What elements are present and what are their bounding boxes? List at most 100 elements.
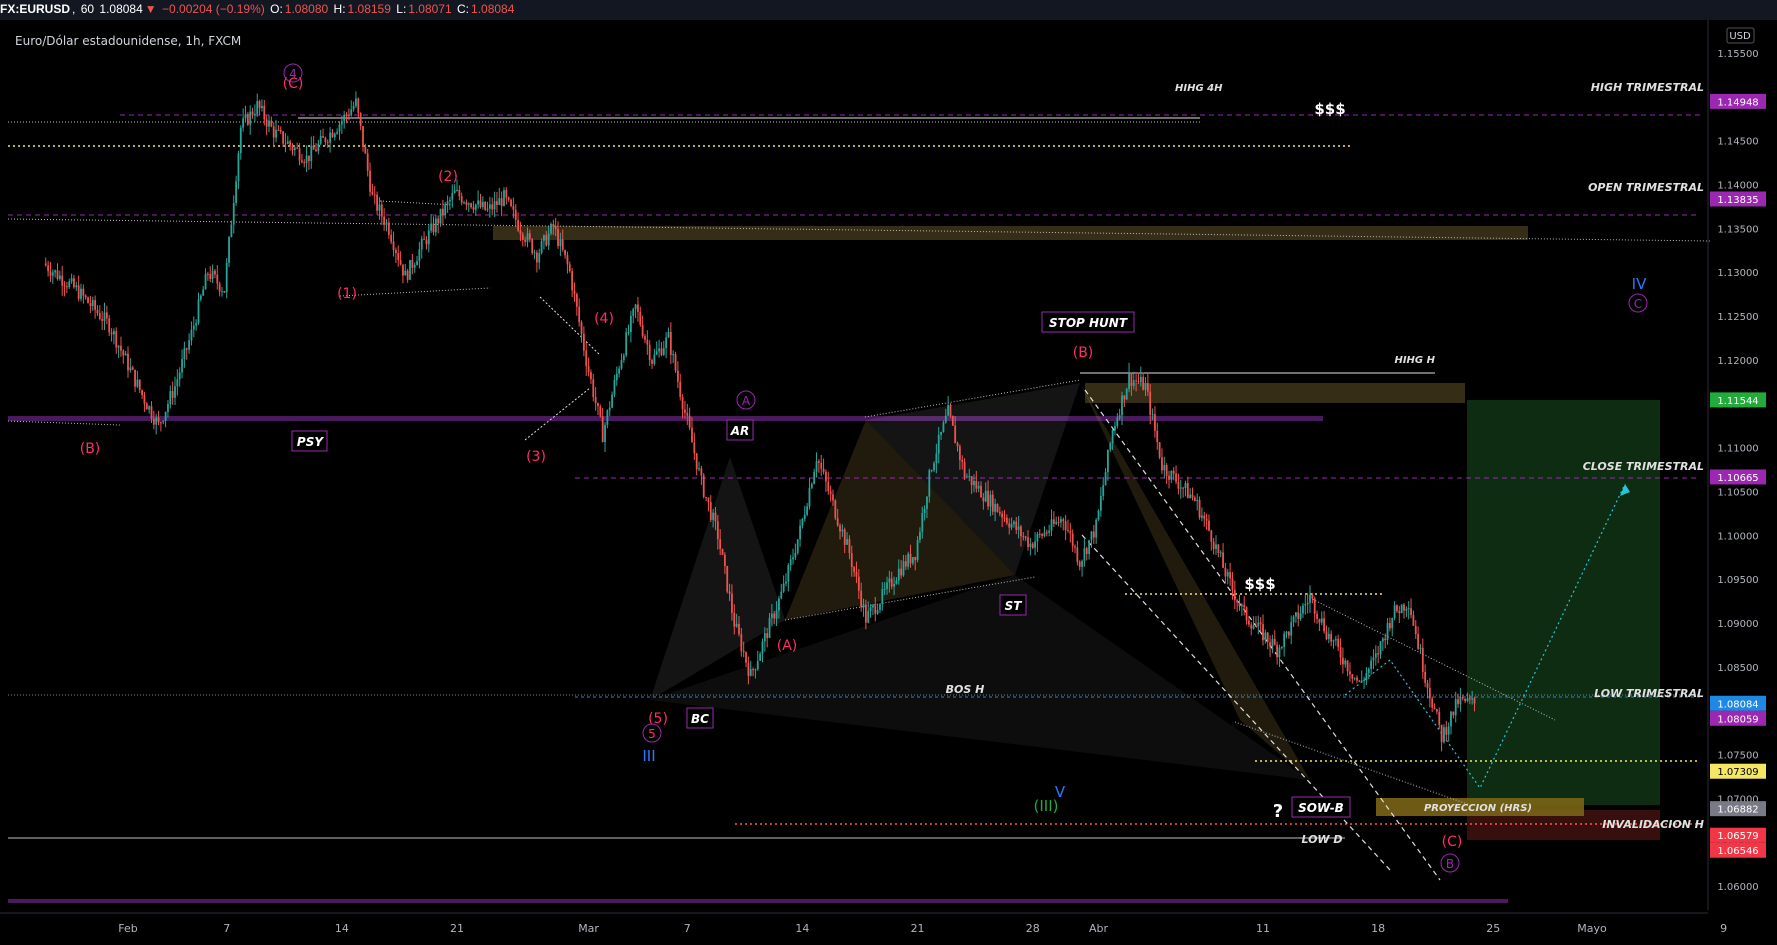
- candle-body: [970, 476, 973, 486]
- candle-body: [980, 485, 982, 498]
- candle-body: [392, 241, 395, 250]
- time-tick: 18: [1371, 922, 1385, 935]
- candle-body: [1290, 622, 1293, 636]
- symbol-name[interactable]: FX:EURUSD: [0, 2, 70, 16]
- candle-body: [157, 417, 160, 423]
- candle-body: [430, 223, 433, 231]
- candle-body: [1344, 660, 1347, 665]
- candle-body: [853, 567, 856, 572]
- candle-body: [1196, 500, 1199, 502]
- candle-body: [1466, 698, 1469, 702]
- candle-body: [911, 557, 914, 564]
- interval[interactable]: 60: [81, 2, 94, 16]
- candle-body: [1142, 376, 1145, 390]
- candle-body: [61, 275, 64, 286]
- time-tick: 7: [223, 922, 230, 935]
- candle-body: [1128, 373, 1130, 389]
- candle-body: [778, 598, 780, 611]
- time-tick: 28: [1026, 922, 1040, 935]
- candle-body: [1445, 727, 1448, 735]
- candle-body: [178, 372, 181, 380]
- label-hihg-h: HIHG H: [1394, 355, 1435, 366]
- candle-body: [176, 379, 179, 387]
- candle-body: [221, 291, 223, 293]
- candle-body: [1029, 543, 1032, 548]
- candle-body: [1252, 626, 1255, 629]
- candle-body: [512, 206, 515, 210]
- chart-frame[interactable]: Euro/Dólar estadounidense, 1h, FXCM HIHG…: [0, 20, 1777, 940]
- candle-body: [1405, 608, 1408, 611]
- label-hihg-4h: HIHG 4H: [1175, 83, 1223, 94]
- candle-body: [204, 273, 207, 290]
- candle-body: [1473, 698, 1476, 704]
- candle-body: [423, 238, 425, 240]
- candle-body: [1396, 605, 1398, 612]
- wave-b-paren: (B): [1073, 345, 1094, 361]
- candle-body: [627, 332, 630, 334]
- candle-body: [465, 202, 468, 205]
- candle-body: [728, 591, 731, 594]
- candle-body: [540, 240, 543, 253]
- candle-body: [521, 234, 524, 240]
- candle-body: [1243, 604, 1246, 608]
- candle-body: [131, 367, 134, 370]
- candle-body: [385, 222, 388, 225]
- candle-body: [1257, 622, 1260, 627]
- candle-body: [1381, 638, 1384, 642]
- candle-body: [425, 239, 428, 245]
- candle-body: [188, 340, 190, 350]
- candle-body: [688, 415, 691, 428]
- candle-body: [1342, 657, 1344, 665]
- candle-body: [1179, 487, 1182, 489]
- candle-body: [164, 411, 167, 421]
- candle-body: [810, 483, 813, 488]
- candle-body: [49, 271, 52, 276]
- candle-body: [1306, 602, 1309, 605]
- candle-body: [402, 264, 404, 276]
- candle-body: [1062, 519, 1065, 522]
- candle-body: [312, 145, 315, 150]
- candle-body: [282, 131, 284, 144]
- wave-4-paren: (4): [594, 311, 614, 327]
- candle-body: [756, 660, 759, 670]
- candle-body: [1003, 517, 1006, 519]
- open-label: O:: [270, 2, 283, 16]
- candle-body: [857, 576, 860, 591]
- candle-body: [585, 350, 588, 367]
- candle-body: [239, 127, 242, 154]
- candle-body: [575, 293, 578, 307]
- candle-body: [1447, 726, 1450, 735]
- candle-body: [1109, 443, 1112, 450]
- candle-body: [437, 218, 440, 224]
- candle-body: [68, 281, 71, 288]
- candle-body: [1114, 426, 1116, 431]
- candle-body: [836, 518, 839, 526]
- candle-body: [754, 669, 757, 671]
- candle-body: [651, 360, 653, 364]
- candle-body: [1038, 533, 1041, 535]
- candle-body: [195, 323, 198, 326]
- candle-body: [202, 289, 205, 296]
- candle-body: [345, 114, 348, 116]
- candle-body: [155, 417, 158, 425]
- candle-body: [897, 568, 900, 581]
- candle-body: [486, 208, 489, 210]
- candle-body: [87, 297, 89, 304]
- candle-body: [1356, 677, 1358, 681]
- candle-body: [1410, 608, 1412, 616]
- candle-body: [1203, 515, 1206, 519]
- candle-body: [270, 120, 273, 127]
- candle-body: [615, 373, 618, 381]
- candle-body: [390, 234, 393, 242]
- candle-body: [620, 359, 623, 369]
- candle-body: [359, 112, 362, 126]
- candle-body: [152, 418, 155, 425]
- candle-body: [272, 126, 275, 138]
- candle-body: [1212, 541, 1215, 549]
- price-tick: 1.15500: [1717, 49, 1758, 60]
- candle-body: [587, 366, 590, 373]
- price-chart[interactable]: Euro/Dólar estadounidense, 1h, FXCM HIHG…: [0, 20, 1777, 940]
- candle-body: [105, 312, 108, 319]
- candle-body: [698, 468, 700, 470]
- candle-body: [451, 193, 454, 200]
